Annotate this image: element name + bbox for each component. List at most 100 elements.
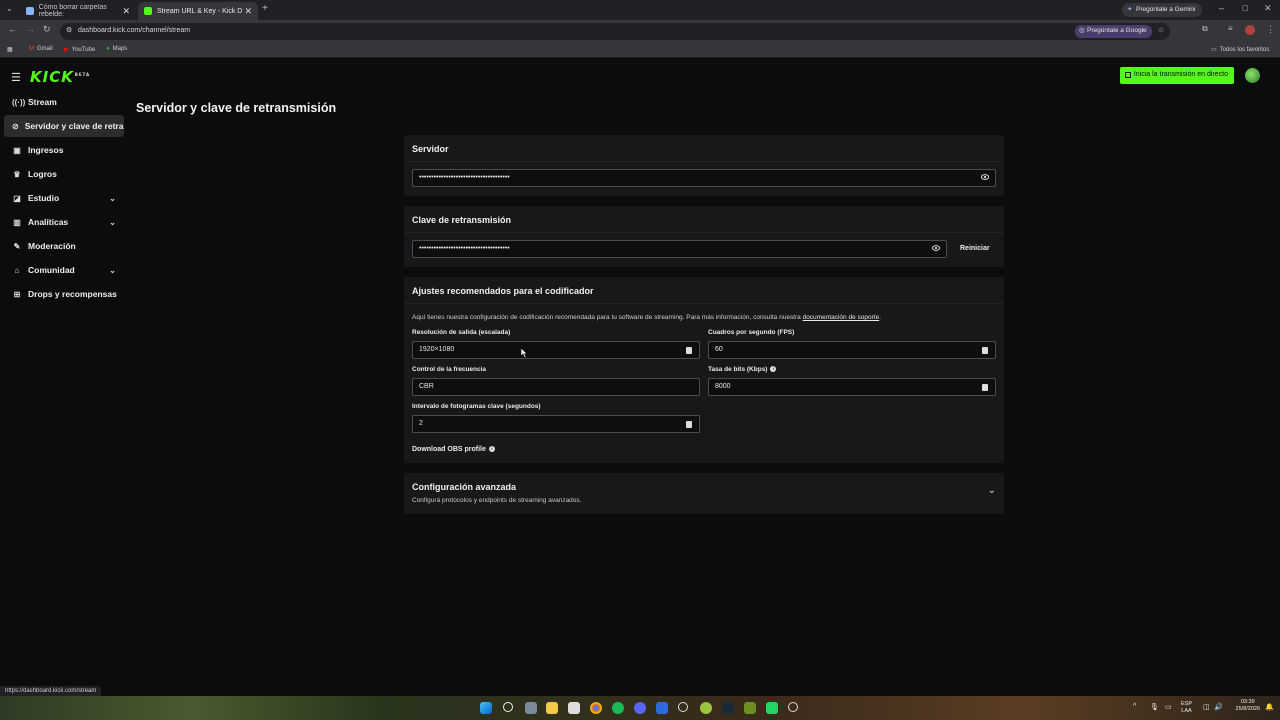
go-live-button[interactable]: Inicia la transmisión en directo: [1119, 67, 1234, 84]
whatsapp-icon[interactable]: [766, 702, 778, 714]
chatgpt-icon[interactable]: [678, 702, 688, 712]
resolution-field[interactable]: 1920×1080: [412, 341, 700, 359]
sidebar-item-moderation[interactable]: ✎ Moderación: [4, 235, 124, 257]
spotify-icon[interactable]: [612, 702, 624, 714]
eye-icon[interactable]: [932, 244, 940, 252]
user-avatar[interactable]: [1245, 68, 1260, 83]
bitrate-field[interactable]: 8000: [708, 378, 996, 396]
close-icon[interactable]: ✕: [122, 6, 130, 17]
stream-key-value: •••••••••••••••••••••••••••••••••••••: [419, 245, 510, 252]
forward-icon[interactable]: →: [26, 24, 35, 34]
server-heading: Servidor: [404, 135, 1004, 162]
all-bookmarks[interactable]: ▭ Todos los favoritos: [1211, 46, 1269, 54]
notepad-icon[interactable]: [568, 702, 580, 714]
menu-lines-icon[interactable]: ≡: [1228, 24, 1233, 33]
windows-taskbar: ^ 🎙 ▭ ESP LAA ◫ 🔊 03:39 25/8/2026 🔔: [0, 696, 1280, 720]
copy-icon[interactable]: [686, 421, 692, 428]
kick-logo[interactable]: KICKBETA: [30, 68, 90, 86]
windows-start-icon[interactable]: [480, 702, 492, 714]
game-app-icon[interactable]: [700, 702, 712, 714]
bookmark-maps[interactable]: ● Maps: [106, 46, 127, 52]
bookmark-gmail[interactable]: M Gmail: [29, 46, 53, 52]
sidebar-item-achievements[interactable]: ♛ Logros: [4, 163, 124, 185]
info-icon[interactable]: i: [770, 366, 777, 373]
profile-avatar[interactable]: [1245, 25, 1255, 35]
sidebar-item-studio[interactable]: ◪ Estudio ⌄: [4, 187, 124, 209]
window-close-icon[interactable]: ✕: [1264, 3, 1272, 14]
sidebar-item-server-key[interactable]: ⊘ Servidor y clave de retran: [4, 115, 124, 137]
support-docs-link[interactable]: documentación de soporte: [803, 314, 880, 321]
minimize-icon[interactable]: –: [1219, 3, 1224, 13]
notification-bell-icon[interactable]: 🔔: [1265, 703, 1274, 711]
network-icon[interactable]: ◫: [1203, 703, 1210, 711]
sidebar-item-stream[interactable]: ((·)) Stream: [4, 91, 124, 113]
maximize-icon[interactable]: ▢: [1242, 4, 1249, 12]
discord-icon[interactable]: [634, 702, 646, 714]
app-icon[interactable]: [656, 702, 668, 714]
chevron-down-icon: ⌄: [109, 217, 116, 227]
apps-grid-icon[interactable]: ▦: [7, 46, 13, 53]
download-obs-profile[interactable]: Download OBS profile i: [412, 446, 495, 453]
tab-label: Cómo borrar carpetas rebelde:: [38, 4, 107, 18]
chrome-icon[interactable]: [590, 702, 602, 714]
tab-list-icon[interactable]: ⌄: [6, 4, 13, 13]
eye-icon[interactable]: [981, 173, 989, 181]
advanced-card[interactable]: Configuración avanzada Configurá protoco…: [404, 473, 1004, 514]
more-vert-icon[interactable]: ⋮: [1266, 24, 1275, 35]
fps-value: 60: [715, 346, 723, 353]
bookmark-star-icon[interactable]: ☆: [1158, 26, 1164, 34]
address-bar[interactable]: ⚙ dashboard.kick.com/channel/stream ◎ Pr…: [60, 23, 1170, 40]
rate-control-field[interactable]: CBR: [412, 378, 700, 396]
volume-icon[interactable]: 🔊: [1214, 703, 1223, 711]
copy-icon[interactable]: [982, 384, 988, 391]
link-icon: ⊘: [12, 121, 19, 131]
extensions-icon[interactable]: ⧉: [1202, 24, 1208, 34]
language-indicator[interactable]: ESP LAA: [1181, 701, 1192, 715]
back-icon[interactable]: ←: [8, 24, 17, 34]
sidebar-item-drops[interactable]: ⊞ Drops y recompensas: [4, 283, 124, 305]
rate-control-label: Control de la frecuencia: [412, 366, 487, 373]
sidebar-item-community[interactable]: ⌂ Comunidad ⌄: [4, 259, 124, 281]
reload-icon[interactable]: ↻: [43, 24, 51, 35]
settings-icon[interactable]: [525, 702, 537, 714]
sidebar-item-label: Analíticas: [28, 217, 69, 227]
server-card: Servidor •••••••••••••••••••••••••••••••…: [404, 135, 1004, 196]
stream-key-heading: Clave de retransmisión: [404, 206, 1004, 233]
bookmark-youtube[interactable]: ▶ YouTube: [64, 46, 96, 54]
go-live-label: Inicia la transmisión en directo: [1133, 71, 1228, 78]
new-tab-icon[interactable]: +: [262, 3, 268, 14]
sidebar-item-revenue[interactable]: ▣ Ingresos: [4, 139, 124, 161]
stream-key-field[interactable]: •••••••••••••••••••••••••••••••••••••: [412, 240, 947, 258]
bookmark-label: YouTube: [71, 46, 96, 53]
steam-icon[interactable]: [722, 702, 734, 714]
gemini-button[interactable]: ✦ Pregúntale a Gemini: [1122, 3, 1203, 17]
clock[interactable]: 03:39 25/8/2026: [1236, 699, 1260, 713]
gmail-icon: M: [29, 46, 34, 52]
info-icon[interactable]: i: [488, 446, 495, 453]
ask-google-button[interactable]: ◎ Pregúntale a Google: [1075, 25, 1152, 38]
tab-active[interactable]: Stream URL & Key - Kick D ✕: [138, 2, 258, 20]
broadcast-icon: ((·)): [12, 97, 26, 107]
copy-icon[interactable]: [686, 347, 692, 354]
broadcast-icon: [1124, 72, 1131, 78]
tab-inactive[interactable]: Cómo borrar carpetas rebelde: ✕: [20, 2, 136, 20]
advanced-heading: Configuración avanzada: [412, 482, 517, 492]
display-icon[interactable]: ▭: [1165, 703, 1172, 711]
reset-button[interactable]: Reiniciar: [954, 241, 996, 256]
encoder-description: Aquí tienes nuestra configuración de cod…: [412, 314, 881, 321]
close-icon[interactable]: ✕: [244, 6, 252, 17]
fps-field[interactable]: 60: [708, 341, 996, 359]
minecraft-icon[interactable]: [744, 702, 756, 714]
microphone-icon[interactable]: 🎙: [1150, 703, 1159, 711]
hamburger-menu-icon[interactable]: ☰: [11, 71, 21, 84]
keyframe-field[interactable]: 2: [412, 415, 700, 433]
server-field[interactable]: •••••••••••••••••••••••••••••••••••••: [412, 169, 996, 187]
chevron-down-icon[interactable]: ⌄: [988, 485, 996, 496]
site-info-icon[interactable]: ⚙: [66, 26, 72, 34]
copy-icon[interactable]: [982, 347, 988, 354]
obs-icon[interactable]: [788, 702, 798, 712]
search-icon[interactable]: [503, 702, 513, 712]
tray-chevron-icon[interactable]: ^: [1133, 703, 1136, 710]
sidebar-item-analytics[interactable]: ▥ Analíticas ⌄: [4, 211, 124, 233]
file-explorer-icon[interactable]: [546, 702, 558, 714]
